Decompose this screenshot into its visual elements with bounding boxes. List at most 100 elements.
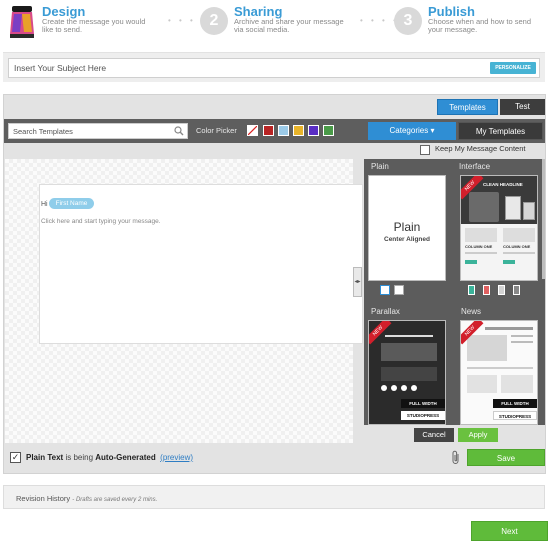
editor-panel: Templates Test Search Templates Color Pi…	[3, 94, 546, 474]
template-interface-device	[505, 196, 521, 220]
template-plain-color-option[interactable]	[380, 285, 390, 295]
template-news-image	[467, 335, 507, 361]
template-text-line	[385, 335, 433, 337]
template-gallery: Plain Interface Plain Center Aligned CLE…	[364, 159, 545, 425]
template-plain-color-option[interactable]	[394, 285, 404, 295]
revision-title: Revision History	[16, 494, 71, 503]
template-plain-title: Plain	[393, 220, 421, 234]
greeting-text: Hi	[41, 201, 48, 208]
color-swatch-none[interactable]	[247, 125, 258, 136]
template-interface-photo	[469, 192, 499, 222]
template-parallax[interactable]: FULL WIDTH STUDIOPRESS NEW	[368, 320, 446, 425]
tab-test[interactable]: Test	[500, 99, 545, 115]
cancel-button[interactable]: Cancel	[414, 428, 454, 442]
template-interface-col: COLUMN ONE	[503, 244, 531, 249]
steps-header: Design Create the message you would like…	[0, 0, 550, 44]
template-interface-color-option[interactable]	[483, 285, 490, 295]
message-placeholder[interactable]: Click here and start typing your message…	[41, 218, 161, 225]
template-interface[interactable]: CLEAN HEADLINE COLUMN ONE COLUMN ONE NEW	[460, 175, 538, 281]
template-text-line	[503, 252, 535, 254]
message-canvas: Hi First Name Click here and start typin…	[5, 159, 363, 443]
preview-link[interactable]: (preview)	[160, 453, 193, 462]
plain-text-checkbox[interactable]: ✓	[10, 452, 21, 463]
subject-bar: Insert Your Subject Here PERSONALIZE	[3, 52, 545, 82]
brand-logo-icon	[10, 6, 34, 38]
personalize-button[interactable]: PERSONALIZE	[490, 62, 536, 74]
template-interface-btn	[465, 260, 477, 264]
social-icon	[381, 385, 387, 391]
step-desc: Create the message you would like to sen…	[42, 18, 145, 34]
template-parallax-image	[381, 343, 437, 361]
revision-history[interactable]: Revision History - Drafts are saved ever…	[3, 485, 545, 509]
plain-text-status: Plain Text is being Auto-Generated (prev…	[26, 453, 193, 462]
step-desc: Archive and share your message via socia…	[234, 18, 344, 34]
template-interface-color-option[interactable]	[513, 285, 520, 295]
step-desc-line: like to send.	[42, 25, 83, 34]
template-label-news: News	[461, 307, 482, 316]
color-swatch[interactable]	[308, 125, 319, 136]
panel-resize-handle[interactable]: ◂▸	[353, 267, 362, 297]
template-interface-device	[523, 202, 535, 220]
template-interface-color-option[interactable]	[468, 285, 475, 295]
color-swatch[interactable]	[278, 125, 289, 136]
step-desc: Choose when and how to send your message…	[428, 18, 531, 34]
studiopress-tag: STUDIOPRESS	[493, 411, 537, 420]
template-interface-color-option[interactable]	[498, 285, 505, 295]
social-icon	[401, 385, 407, 391]
step-desc-line: via social media.	[234, 25, 290, 34]
paperclip-icon[interactable]	[451, 450, 461, 465]
step-number: 3	[394, 7, 422, 35]
gallery-scrollbar[interactable]	[542, 159, 545, 279]
template-parallax-image	[381, 367, 437, 381]
template-toolbar: Search Templates Color Picker Categories…	[4, 119, 545, 143]
auto-generated-label: Auto-Generated	[95, 453, 156, 462]
template-news[interactable]: FULL WIDTH STUDIOPRESS NEW	[460, 320, 538, 425]
template-label-parallax: Parallax	[371, 307, 400, 316]
next-button[interactable]: Next	[471, 521, 548, 541]
social-icon	[411, 385, 417, 391]
plain-text-label: Plain Text	[26, 453, 64, 462]
template-plain-subtitle: Center Aligned	[384, 236, 430, 243]
template-interface-col: COLUMN ONE	[465, 244, 493, 249]
step-number: 2	[200, 7, 228, 35]
template-text-line	[465, 252, 497, 254]
first-name-merge-tag[interactable]: First Name	[49, 198, 94, 209]
template-plain[interactable]: Plain Center Aligned	[368, 175, 446, 281]
apply-button[interactable]: Apply	[458, 428, 498, 442]
step-desc-line: your message.	[428, 25, 478, 34]
template-text-line	[511, 341, 533, 343]
search-icon[interactable]	[174, 126, 184, 136]
search-templates-input[interactable]: Search Templates	[8, 123, 188, 139]
tab-templates[interactable]: Templates	[437, 99, 498, 115]
template-interface-btn	[503, 260, 515, 264]
template-interface-img	[465, 228, 497, 242]
color-swatch[interactable]	[323, 125, 334, 136]
save-button[interactable]: Save	[467, 449, 545, 466]
color-picker-label: Color Picker	[196, 126, 237, 135]
template-label-interface: Interface	[459, 162, 491, 171]
subject-input[interactable]: Insert Your Subject Here	[8, 58, 540, 78]
full-width-tag: FULL WIDTH	[493, 399, 537, 408]
message-body[interactable]: Hi First Name Click here and start typin…	[39, 184, 363, 344]
keep-message-checkbox[interactable]	[420, 145, 430, 155]
template-text-line	[467, 367, 533, 369]
keep-message-label: Keep My Message Content	[435, 144, 526, 153]
template-interface-heading: CLEAN HEADLINE	[483, 182, 523, 187]
template-text-line	[511, 335, 533, 337]
color-swatch[interactable]	[293, 125, 304, 136]
no-color-icon	[247, 125, 258, 136]
template-text-line	[485, 327, 533, 330]
studiopress-tag: STUDIOPRESS	[401, 411, 445, 420]
social-icon	[391, 385, 397, 391]
new-badge: NEW	[369, 321, 392, 345]
revision-history-label: Revision History - Drafts are saved ever…	[16, 494, 157, 503]
template-news-image	[467, 375, 497, 393]
color-swatch[interactable]	[263, 125, 274, 136]
revision-note: - Drafts are saved every 2 mins.	[72, 497, 158, 503]
template-news-image	[501, 375, 533, 393]
my-templates-button[interactable]: My Templates	[458, 122, 543, 140]
plain-text-verb: is being	[65, 453, 94, 462]
categories-dropdown[interactable]: Categories ▾	[368, 122, 456, 140]
editor-footer: ✓ Plain Text is being Auto-Generated (pr…	[4, 445, 545, 473]
template-label-plain: Plain	[371, 162, 389, 171]
